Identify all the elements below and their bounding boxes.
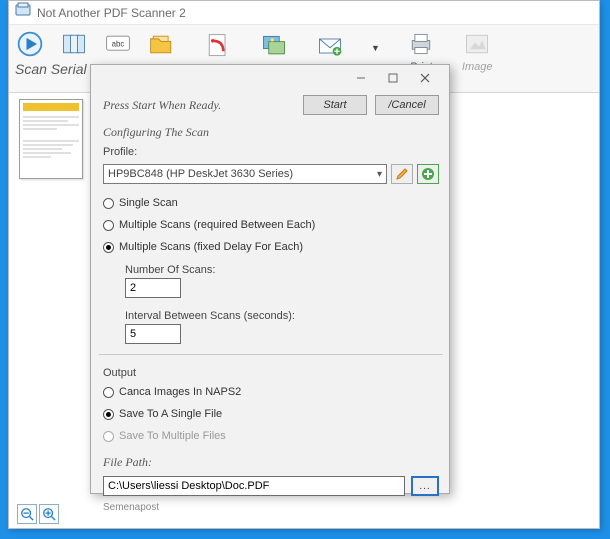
profile-value: HP9BC848 (HP DeskJet 3630 Series) [108, 168, 293, 180]
radio-multi-fixed[interactable]: Multiple Scans (fixed Delay For Each) [103, 241, 439, 253]
prompt-text: Press Start When Ready. [103, 98, 295, 113]
browse-button[interactable]: ... [411, 476, 439, 496]
radio-icon [103, 242, 114, 253]
image-button[interactable]: Image [462, 29, 493, 73]
radio-icon [103, 220, 114, 231]
edit-profile-button[interactable] [391, 164, 413, 184]
interval-label: Interval Between Scans (seconds): [125, 310, 439, 322]
page-thumbnail[interactable] [19, 99, 83, 179]
import-icon[interactable] [147, 29, 177, 59]
profiles-icon[interactable] [59, 29, 89, 59]
output-heading: Output [103, 367, 439, 379]
footnote: Semenapost [103, 502, 439, 513]
email-icon[interactable] [315, 31, 345, 61]
zoom-controls [17, 504, 59, 524]
filepath-input[interactable] [103, 476, 405, 496]
radio-icon [103, 387, 114, 398]
radio-multi-req-label: Multiple Scans (required Between Each) [119, 219, 315, 231]
image-label: Image [462, 61, 493, 73]
toolbar-dropdown-icon[interactable]: ▼ [371, 43, 380, 53]
svg-text:abc: abc [112, 40, 125, 49]
maximize-button[interactable] [377, 68, 409, 88]
image-save-icon[interactable] [259, 31, 289, 61]
start-button[interactable]: Start [303, 95, 367, 115]
ocr-icon[interactable]: abc [103, 29, 133, 59]
radio-save-single[interactable]: Save To A Single File [103, 408, 439, 420]
out-multi-label: Save To Multiple Files [119, 430, 226, 442]
radio-multi-fixed-label: Multiple Scans (fixed Delay For Each) [119, 241, 303, 253]
profile-select[interactable]: HP9BC848 (HP DeskJet 3630 Series) ▾ [103, 164, 387, 184]
radio-single-label: Single Scan [119, 197, 178, 209]
add-profile-button[interactable] [417, 164, 439, 184]
num-scans-label: Number Of Scans: [125, 264, 439, 276]
pdf-icon[interactable] [203, 31, 233, 61]
num-scans-input[interactable] [125, 278, 181, 298]
minimize-button[interactable] [345, 68, 377, 88]
zoom-in-button[interactable] [39, 504, 59, 524]
profile-label: Profile: [103, 146, 439, 158]
scan-icon[interactable] [15, 29, 45, 59]
close-button[interactable] [409, 68, 441, 88]
out-single-label: Save To A Single File [119, 408, 222, 420]
radio-cancel-images[interactable]: Canca Images In NAPS2 [103, 386, 439, 398]
cancel-button[interactable]: /Cancel [375, 95, 439, 115]
serial-scan-dialog: Press Start When Ready. Start /Cancel Co… [90, 64, 450, 494]
radio-save-multi[interactable]: Save To Multiple Files [103, 430, 439, 442]
window-title: Not Another PDF Scanner 2 [37, 6, 186, 20]
print-icon [406, 29, 436, 59]
out-cancel-label: Canca Images In NAPS2 [119, 386, 241, 398]
radio-icon [103, 409, 114, 420]
thumbnail-area [19, 99, 91, 179]
interval-input[interactable] [125, 324, 181, 344]
dialog-titlebar [91, 65, 449, 91]
radio-icon [103, 198, 114, 209]
chevron-down-icon: ▾ [377, 169, 382, 180]
divider [99, 354, 443, 355]
filepath-label: File Path: [103, 455, 439, 470]
radio-single-scan[interactable]: Single Scan [103, 197, 439, 209]
radio-multi-required[interactable]: Multiple Scans (required Between Each) [103, 219, 439, 231]
radio-icon [103, 431, 114, 442]
config-heading: Configuring The Scan [103, 125, 439, 140]
image-icon [462, 29, 492, 59]
app-icon [15, 2, 31, 23]
titlebar: Not Another PDF Scanner 2 [9, 1, 599, 25]
zoom-out-button[interactable] [17, 504, 37, 524]
